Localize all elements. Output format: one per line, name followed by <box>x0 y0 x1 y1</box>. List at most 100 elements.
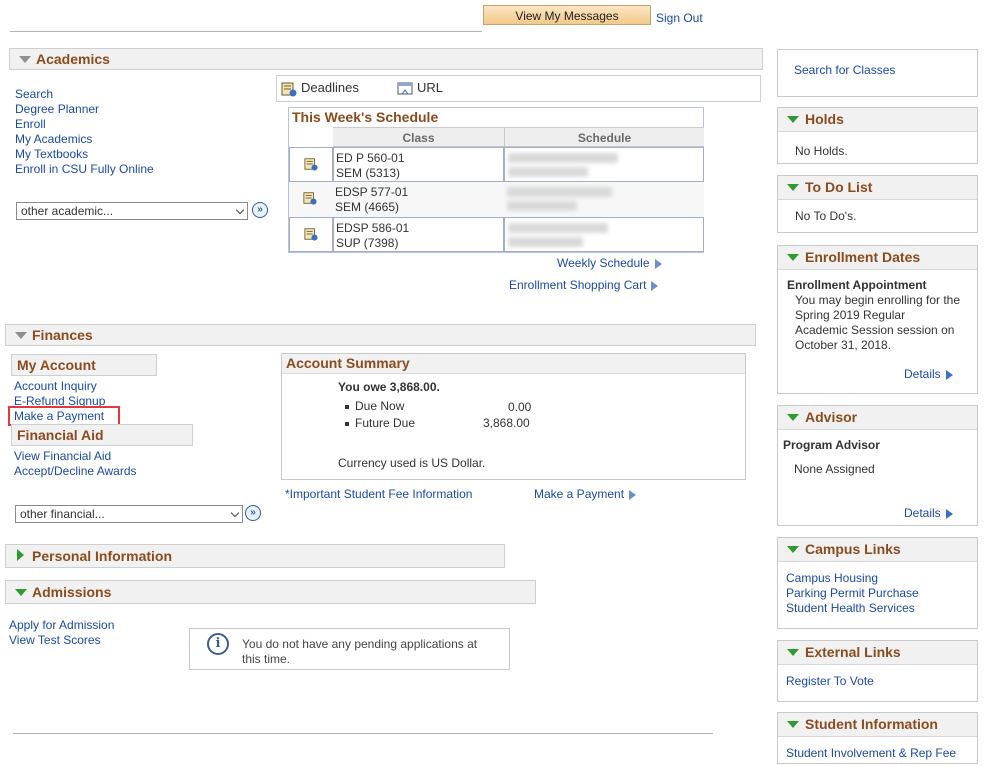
arrow-right-icon <box>945 369 953 380</box>
academics-header[interactable]: Academics <box>9 48 763 70</box>
parking-permit-link[interactable]: Parking Permit Purchase <box>786 586 919 600</box>
shopping-cart-link[interactable]: Enrollment Shopping Cart <box>509 278 659 292</box>
external-links-title: External Links <box>805 644 901 660</box>
student-health-link[interactable]: Student Health Services <box>786 601 915 615</box>
table-row <box>289 182 333 217</box>
campus-links-header[interactable]: Campus Links <box>778 538 977 562</box>
search-for-classes-link[interactable]: Search for Classes <box>794 63 895 77</box>
search-link[interactable]: Search <box>15 87 53 101</box>
view-test-scores-link[interactable]: View Test Scores <box>9 633 101 647</box>
arrow-right-icon <box>654 258 662 269</box>
weekly-schedule-label: Weekly Schedule <box>557 256 650 270</box>
collapse-triangle-icon <box>787 414 799 421</box>
sign-out-link[interactable]: Sign Out <box>656 11 703 25</box>
collapse-triangle-icon <box>19 56 31 63</box>
bullet-icon <box>345 405 349 409</box>
collapse-triangle-icon <box>787 721 799 728</box>
student-info-header[interactable]: Student Information <box>778 713 977 737</box>
register-to-vote-link[interactable]: Register To Vote <box>786 674 874 688</box>
shopping-cart-label: Enrollment Shopping Cart <box>509 278 647 292</box>
student-involvement-link[interactable]: Student Involvement & Rep Fee <box>786 746 956 760</box>
other-financial-select[interactable]: other financial... <box>15 505 243 523</box>
pending-applications-message: i You do not have any pending applicatio… <box>189 628 510 670</box>
schedule-cell <box>504 147 704 182</box>
enroll-link[interactable]: Enroll <box>15 117 46 131</box>
enrollment-dates-header[interactable]: Enrollment Dates <box>778 246 977 270</box>
go-arrow-icon[interactable]: » <box>245 505 261 521</box>
class-section: SEM (5313) <box>336 166 401 180</box>
collapse-triangle-icon <box>787 254 799 261</box>
collapse-triangle-icon <box>787 116 799 123</box>
deadlines-tab[interactable]: Deadlines <box>301 80 359 95</box>
advisor-header[interactable]: Advisor <box>778 406 977 430</box>
info-text-line2: this time. <box>242 652 291 666</box>
admissions-header[interactable]: Admissions <box>5 580 536 604</box>
enroll-csu-online-link[interactable]: Enroll in CSU Fully Online <box>15 162 154 176</box>
admissions-title: Admissions <box>32 584 112 600</box>
collapse-triangle-icon <box>787 184 799 191</box>
details-label: Details <box>904 367 941 381</box>
schedule-cell <box>504 217 704 252</box>
table-row <box>289 217 333 252</box>
weekly-schedule-link[interactable]: Weekly Schedule <box>557 256 662 270</box>
arrow-right-icon <box>945 508 953 519</box>
go-arrow-icon[interactable]: » <box>252 202 268 218</box>
campus-links-title: Campus Links <box>805 541 901 557</box>
highlight-box <box>8 406 120 426</box>
enrollment-line: October 31, 2018. <box>795 338 892 352</box>
class-section: SUP (7398) <box>336 236 399 250</box>
enrollment-appointment-label: Enrollment Appointment <box>787 278 927 292</box>
fee-info-link[interactable]: *Important Student Fee Information <box>285 487 472 501</box>
make-payment-summary-link[interactable]: Make a Payment <box>534 487 637 501</box>
my-textbooks-link[interactable]: My Textbooks <box>15 147 88 161</box>
make-payment-label: Make a Payment <box>534 487 625 501</box>
other-academic-select[interactable]: other academic... <box>16 202 248 220</box>
personal-info-title: Personal Information <box>32 548 173 564</box>
view-messages-button[interactable]: View My Messages <box>483 5 651 25</box>
view-financial-aid-link[interactable]: View Financial Aid <box>14 449 111 463</box>
todo-header[interactable]: To Do List <box>778 176 977 200</box>
holds-header[interactable]: Holds <box>778 108 977 132</box>
chevron-down-icon <box>230 508 240 518</box>
class-detail-icon[interactable] <box>303 191 317 205</box>
class-detail-icon[interactable] <box>304 227 318 241</box>
account-inquiry-link[interactable]: Account Inquiry <box>14 379 97 393</box>
due-now-label: Due Now <box>355 399 405 413</box>
schedule-column-header: Schedule <box>504 127 704 147</box>
personal-info-header[interactable]: Personal Information <box>5 544 505 568</box>
program-advisor-label: Program Advisor <box>783 438 880 452</box>
enrollment-line: Spring 2019 Regular <box>795 308 906 322</box>
currency-text: Currency used is US Dollar. <box>338 456 486 470</box>
accept-decline-link[interactable]: Accept/Decline Awards <box>14 464 137 478</box>
external-links-header[interactable]: External Links <box>778 641 977 665</box>
degree-planner-link[interactable]: Degree Planner <box>15 102 99 116</box>
advisor-title: Advisor <box>805 409 858 425</box>
apply-admission-link[interactable]: Apply for Admission <box>9 618 114 632</box>
search-classes-panel: Search for Classes <box>777 49 978 97</box>
other-academic-value: other academic... <box>21 204 114 218</box>
enrollment-details-link[interactable]: Details <box>904 367 953 381</box>
holds-panel: Holds No Holds. <box>777 107 978 164</box>
student-info-panel: Student Information Student Involvement … <box>777 712 978 764</box>
deadlines-icon <box>281 82 297 97</box>
class-cell: EDSP 577-01 SEM (4665) <box>333 182 504 217</box>
class-column-header: Class <box>333 127 504 147</box>
class-name: EDSP 586-01 <box>336 221 410 235</box>
collapse-triangle-icon <box>787 649 799 656</box>
account-summary-panel: Account Summary You owe 3,868.00. Due No… <box>281 353 746 480</box>
finances-header[interactable]: Finances <box>5 324 756 346</box>
class-detail-icon[interactable] <box>304 157 318 171</box>
you-owe-text: You owe 3,868.00. <box>338 380 440 394</box>
url-tab[interactable]: URL <box>417 80 443 95</box>
enrollment-line: Academic Session session on <box>795 323 955 337</box>
weekly-schedule-table: This Week's Schedule Class Schedule ED P… <box>288 107 704 253</box>
my-academics-link[interactable]: My Academics <box>15 132 92 146</box>
future-due-label: Future Due <box>355 416 416 430</box>
todo-text: No To Do's. <box>795 209 857 223</box>
advisor-details-link[interactable]: Details <box>904 506 953 520</box>
schedule-title: This Week's Schedule <box>292 109 439 125</box>
class-name: EDSP 577-01 <box>335 185 409 199</box>
campus-housing-link[interactable]: Campus Housing <box>786 571 878 585</box>
bullet-icon <box>345 422 349 426</box>
collapse-triangle-icon <box>787 546 799 553</box>
